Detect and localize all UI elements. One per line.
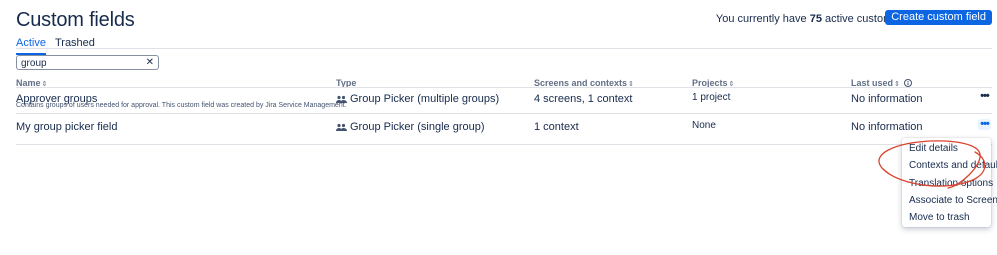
close-icon[interactable]: ✕ <box>146 57 154 68</box>
more-horizontal-icon[interactable]: ••• <box>978 91 991 102</box>
row-divider <box>16 113 992 114</box>
tabs-divider <box>16 48 992 49</box>
menu-item-contexts-default-value[interactable]: Contexts and default value <box>909 160 997 171</box>
page-title: Custom fields <box>16 9 135 31</box>
projects-link[interactable]: None <box>692 120 716 131</box>
last-used-value: No information <box>851 121 923 133</box>
search-input[interactable]: group ✕ <box>16 55 159 70</box>
field-type: Group Picker (multiple groups) <box>336 93 499 105</box>
field-type: Group Picker (single group) <box>336 121 485 133</box>
menu-item-translation-options[interactable]: Translation options <box>909 178 993 189</box>
create-custom-field-button[interactable]: Create custom field <box>885 10 992 25</box>
more-horizontal-icon[interactable]: ••• <box>978 119 991 130</box>
field-name-link[interactable]: My group picker field <box>16 121 118 133</box>
header-divider <box>16 87 992 88</box>
people-group-icon <box>336 95 347 103</box>
last-used-value: No information <box>851 93 923 105</box>
search-value: group <box>21 58 47 69</box>
screens-contexts-link[interactable]: 4 screens, 1 context <box>534 93 632 105</box>
row-actions-menu: Edit details Contexts and default value … <box>902 138 997 227</box>
people-group-icon <box>336 123 347 131</box>
tab-trashed[interactable]: Trashed <box>55 37 95 55</box>
tab-active[interactable]: Active <box>16 37 46 55</box>
field-type-label: Group Picker (single group) <box>350 121 485 133</box>
menu-item-edit-details[interactable]: Edit details <box>909 143 958 154</box>
screens-contexts-link[interactable]: 1 context <box>534 121 579 133</box>
menu-item-associate-screens[interactable]: Associate to Screens <box>909 195 997 206</box>
annotation-circle <box>878 140 986 189</box>
projects-link[interactable]: 1 project <box>692 92 730 103</box>
summary-prefix: You currently have <box>715 13 807 25</box>
tabs: Active Trashed <box>16 37 95 55</box>
row-divider <box>16 144 992 145</box>
info-icon[interactable] <box>904 79 913 87</box>
field-description: Contains groups of users needed for appr… <box>16 102 347 109</box>
summary-count: 75 <box>809 13 822 25</box>
menu-item-move-to-trash[interactable]: Move to trash <box>909 212 970 223</box>
field-type-label: Group Picker (multiple groups) <box>350 93 500 105</box>
